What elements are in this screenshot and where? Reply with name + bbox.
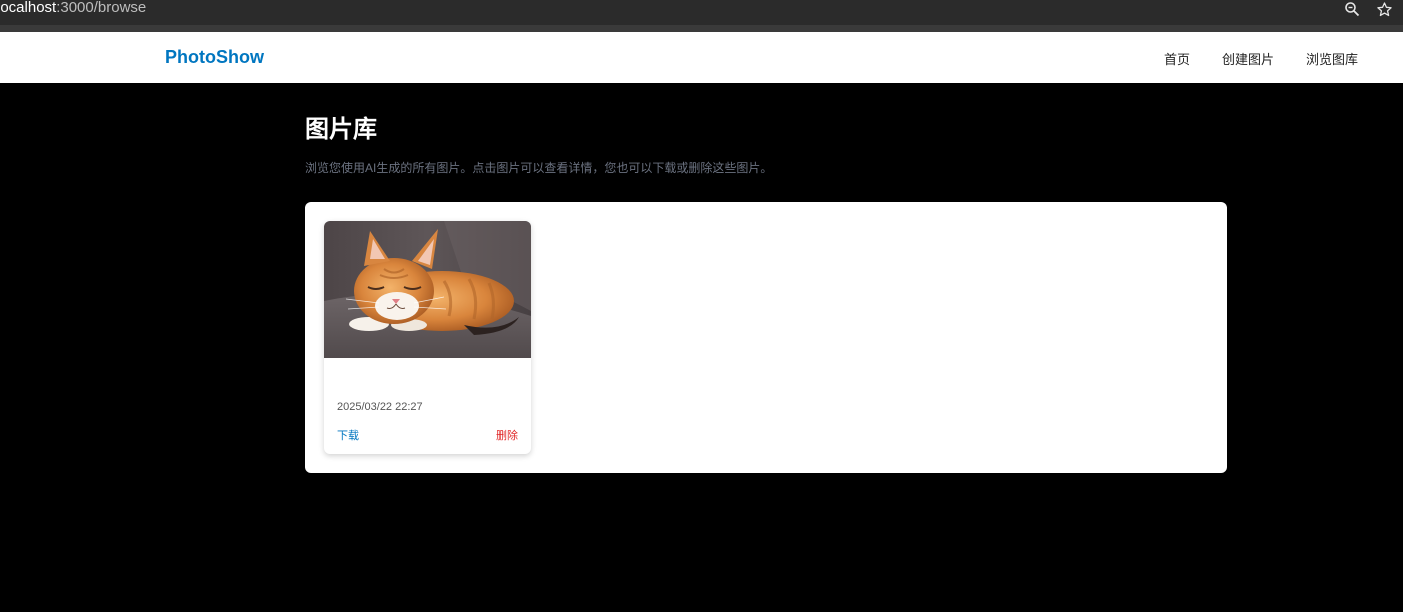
gallery-panel: 2025/03/22 22:27 下载 删除 [305, 202, 1227, 473]
browser-toolbar-divider [0, 25, 1403, 32]
top-navbar: PhotoShow 首页 创建图片 浏览图库 [0, 32, 1403, 83]
page-title: 图片库 [305, 116, 377, 143]
url-path: :3000/browse [56, 0, 147, 16]
nav-links: 首页 创建图片 浏览图库 [1164, 49, 1358, 68]
page-subtitle: 浏览您使用AI生成的所有图片。点击图片可以查看详情，您也可以下载或删除这些图片。 [305, 161, 773, 175]
image-date: 2025/03/22 22:27 [337, 401, 423, 413]
brand-logo-link[interactable]: PhotoShow [165, 47, 264, 68]
image-card[interactable]: 2025/03/22 22:27 下载 删除 [324, 221, 531, 454]
star-icon[interactable] [1375, 0, 1393, 18]
delete-button[interactable]: 删除 [496, 427, 518, 443]
cat-image[interactable] [324, 221, 531, 358]
nav-link-home[interactable]: 首页 [1164, 49, 1190, 68]
nav-link-create[interactable]: 创建图片 [1222, 49, 1274, 68]
download-button[interactable]: 下载 [337, 427, 359, 443]
url-host: localhost [0, 0, 57, 16]
zoom-icon[interactable] [1343, 0, 1361, 18]
url-text[interactable]: localhost:3000/browse [0, 0, 146, 16]
nav-link-browse[interactable]: 浏览图库 [1306, 49, 1358, 68]
browser-address-bar[interactable]: localhost:3000/browse [0, 0, 1403, 25]
